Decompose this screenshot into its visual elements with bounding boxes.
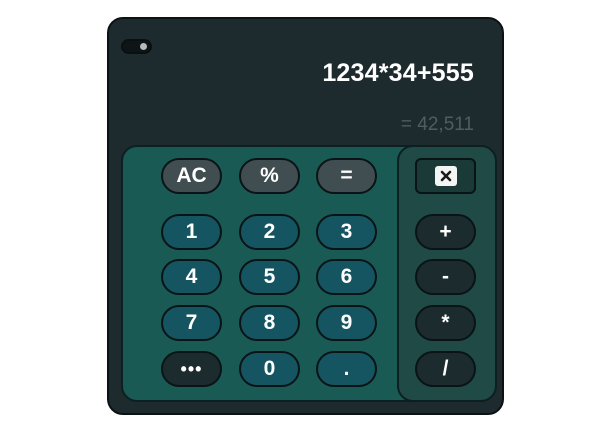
expression-display: 1234*34+555 [322, 59, 474, 87]
digit-5-button[interactable]: 5 [239, 259, 300, 295]
percent-button[interactable]: % [239, 158, 300, 194]
plus-button[interactable]: + [415, 214, 476, 250]
decimal-button[interactable]: . [316, 351, 377, 387]
toggle-knob [140, 43, 147, 50]
ac-button[interactable]: AC [161, 158, 222, 194]
backspace-x-icon [434, 166, 457, 186]
calculator: 1234*34+555 = 42,511 AC % = 1 2 3 4 5 6 … [107, 17, 504, 415]
multiply-button[interactable]: * [415, 305, 476, 341]
digit-0-button[interactable]: 0 [239, 351, 300, 387]
equals-button[interactable]: = [316, 158, 377, 194]
operators-panel: + - * / [397, 145, 497, 402]
more-button[interactable]: ••• [161, 351, 222, 387]
digit-3-button[interactable]: 3 [316, 214, 377, 250]
digit-1-button[interactable]: 1 [161, 214, 222, 250]
divide-button[interactable]: / [415, 351, 476, 387]
digit-7-button[interactable]: 7 [161, 305, 222, 341]
clear-button[interactable] [415, 158, 476, 194]
theme-toggle[interactable] [121, 39, 152, 54]
digit-9-button[interactable]: 9 [316, 305, 377, 341]
minus-button[interactable]: - [415, 259, 476, 295]
digit-2-button[interactable]: 2 [239, 214, 300, 250]
digit-4-button[interactable]: 4 [161, 259, 222, 295]
keypad: AC % = 1 2 3 4 5 6 7 8 9 ••• 0 . + - * / [121, 145, 497, 402]
result-display: = 42,511 [400, 114, 474, 135]
digit-6-button[interactable]: 6 [316, 259, 377, 295]
digit-8-button[interactable]: 8 [239, 305, 300, 341]
